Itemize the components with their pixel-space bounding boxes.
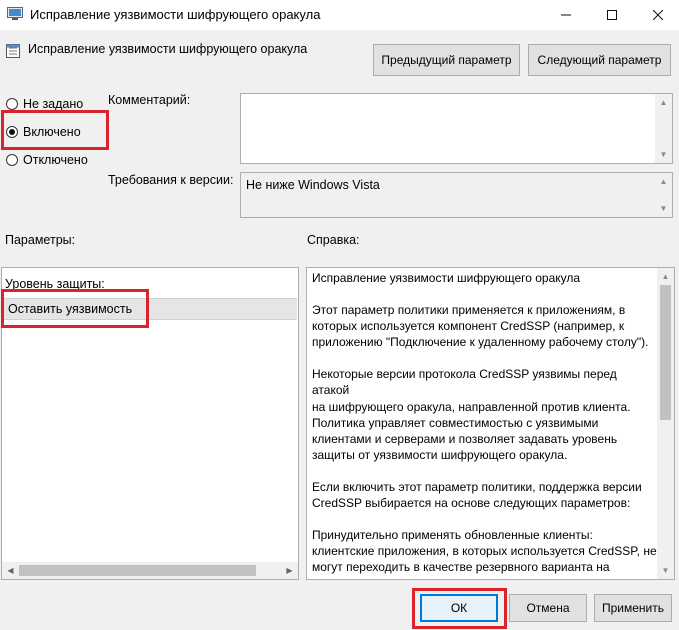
- close-icon: [653, 10, 663, 20]
- comment-scrollbar[interactable]: ▲ ▼: [655, 94, 672, 163]
- radio-label: Не задано: [23, 97, 84, 111]
- window-titlebar: Исправление уязвимости шифрующего оракул…: [0, 0, 679, 30]
- help-paragraph: Принудительно применять обновленные клие…: [312, 528, 657, 577]
- scroll-thumb[interactable]: [660, 285, 671, 420]
- parameters-hscrollbar[interactable]: ◀ ▶: [2, 562, 298, 579]
- setting-title: Исправление уязвимости шифрующего оракул…: [28, 42, 308, 56]
- radio-disabled[interactable]: Отключено: [6, 153, 88, 167]
- apply-button[interactable]: Применить: [594, 594, 672, 622]
- help-panel: Исправление уязвимости шифрующего оракул…: [306, 267, 675, 580]
- help-paragraph: Если включить этот параметр политики, по…: [312, 479, 642, 511]
- scroll-up-icon[interactable]: ▲: [657, 268, 674, 285]
- maximize-icon: [607, 10, 617, 20]
- close-button[interactable]: [635, 0, 679, 30]
- comment-textarea[interactable]: ▲ ▼: [240, 93, 673, 164]
- scroll-up-icon[interactable]: ▲: [655, 173, 672, 190]
- radio-label: Отключено: [23, 153, 88, 167]
- help-paragraph: Этот параметр политики применяется к при…: [312, 303, 649, 350]
- highlight-enabled-option: [1, 110, 109, 150]
- parameters-label: Параметры:: [5, 233, 76, 247]
- next-setting-button[interactable]: Следующий параметр: [528, 44, 671, 76]
- policy-setting-icon: [6, 44, 20, 58]
- highlight-ok-button: [412, 588, 507, 629]
- comment-label: Комментарий:: [108, 93, 191, 107]
- scroll-thumb[interactable]: [19, 565, 256, 576]
- highlight-protection-level: [1, 289, 149, 328]
- window-title: Исправление уязвимости шифрующего оракул…: [30, 7, 321, 22]
- help-paragraph: Некоторые версии протокола CredSSP уязви…: [312, 367, 631, 462]
- radio-not-configured[interactable]: Не задано: [6, 97, 83, 111]
- requirements-value: Не ниже Windows Vista: [246, 178, 380, 192]
- requirements-field: Не ниже Windows Vista ▲ ▼: [240, 172, 673, 218]
- radio-circle-icon: [6, 98, 18, 110]
- requirements-scrollbar[interactable]: ▲ ▼: [655, 173, 672, 217]
- help-label: Справка:: [307, 233, 360, 247]
- minimize-button[interactable]: [543, 0, 589, 30]
- scroll-right-icon[interactable]: ▶: [281, 562, 298, 579]
- scroll-down-icon[interactable]: ▼: [657, 562, 674, 579]
- cancel-button[interactable]: Отмена: [509, 594, 587, 622]
- maximize-button[interactable]: [589, 0, 635, 30]
- scroll-down-icon[interactable]: ▼: [655, 200, 672, 217]
- scroll-down-icon[interactable]: ▼: [655, 146, 672, 163]
- requirements-label: Требования к версии:: [108, 173, 234, 187]
- help-text: Исправление уязвимости шифрующего оракул…: [312, 270, 657, 577]
- radio-circle-icon: [6, 154, 18, 166]
- policy-app-icon: [7, 7, 23, 20]
- minimize-icon: [561, 14, 571, 16]
- help-paragraph: Исправление уязвимости шифрующего оракул…: [312, 271, 581, 285]
- help-scrollbar[interactable]: ▲ ▼: [657, 268, 674, 579]
- scroll-left-icon[interactable]: ◀: [2, 562, 19, 579]
- scroll-up-icon[interactable]: ▲: [655, 94, 672, 111]
- previous-setting-button[interactable]: Предыдущий параметр: [373, 44, 520, 76]
